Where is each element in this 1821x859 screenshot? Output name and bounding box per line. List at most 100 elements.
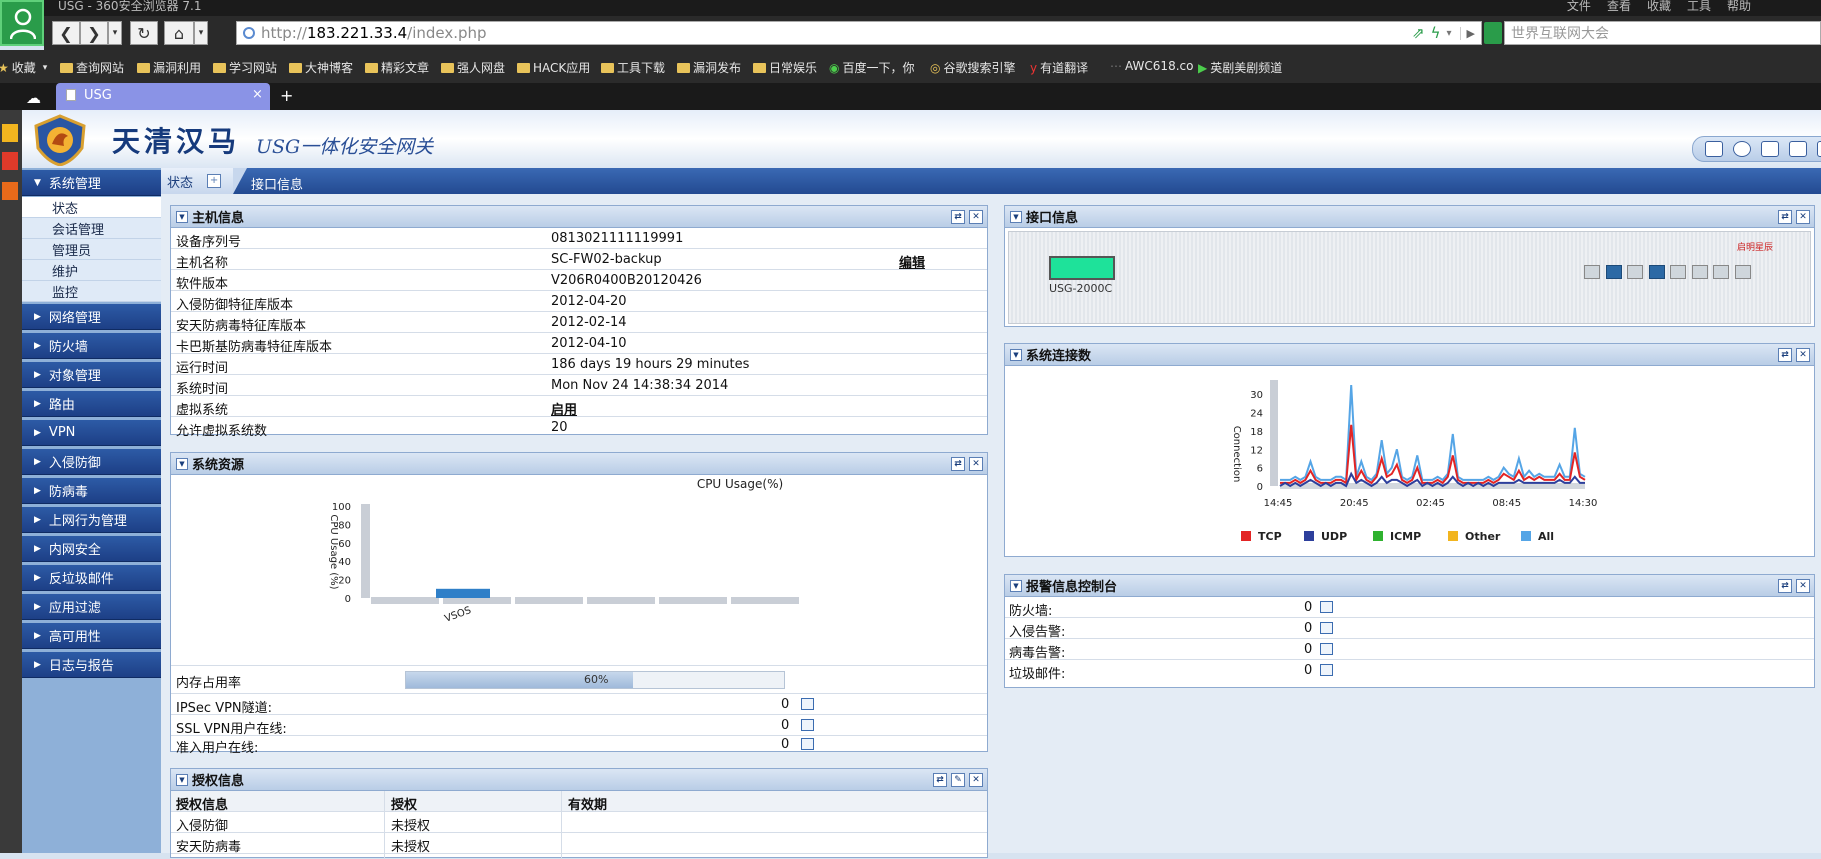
menu-tools[interactable]: 工具 bbox=[1687, 0, 1711, 14]
bookmark-folder[interactable]: 精彩文章 bbox=[365, 59, 429, 76]
port-icon[interactable] bbox=[1670, 265, 1686, 279]
sidebar-item-maintenance[interactable]: 维护 bbox=[22, 260, 161, 281]
close-icon[interactable]: ✕ bbox=[1796, 210, 1810, 224]
address-bar[interactable]: http:// 183.221.33.4 /index.php ⇗ ϟ ▾ ▶ bbox=[236, 21, 1482, 45]
collapse-icon[interactable]: ▼ bbox=[1010, 579, 1022, 592]
bookmark-favorites[interactable]: ★ 收藏 ▾ bbox=[0, 59, 47, 76]
sidebar-section-system[interactable]: ▼ 系统管理 bbox=[22, 170, 161, 196]
star-icon[interactable] bbox=[2, 124, 18, 142]
chevron-down-icon[interactable]: ▾ bbox=[1447, 28, 1452, 39]
collapse-icon[interactable]: ▼ bbox=[176, 773, 188, 786]
bookmark-folder[interactable]: 漏洞发布 bbox=[677, 59, 741, 76]
help-icon[interactable] bbox=[1761, 141, 1779, 157]
port-icon[interactable] bbox=[1648, 265, 1665, 279]
refresh-icon[interactable]: ⇄ bbox=[933, 773, 947, 787]
port-icon[interactable] bbox=[1713, 265, 1729, 279]
port-icon[interactable] bbox=[1627, 265, 1643, 279]
sidebar-section-network[interactable]: ▶ 网络管理 bbox=[22, 304, 161, 330]
virtual-system-link[interactable]: 启用 bbox=[551, 399, 577, 418]
sidebar-section-logs[interactable]: ▶ 日志与报告 bbox=[22, 652, 161, 678]
menu-view[interactable]: 查看 bbox=[1607, 0, 1631, 14]
bookmark-folder[interactable]: HACK应用 bbox=[517, 59, 590, 76]
sidebar-item-admins[interactable]: 管理员 bbox=[22, 239, 161, 260]
forward-button[interactable]: ❯ bbox=[80, 21, 108, 45]
bookmark-folder[interactable]: 工具下载 bbox=[601, 59, 665, 76]
weibo-icon[interactable] bbox=[2, 152, 18, 170]
sidebar-section-ips[interactable]: ▶ 入侵防御 bbox=[22, 449, 161, 475]
goto-icon[interactable] bbox=[801, 698, 814, 710]
user-avatar[interactable] bbox=[0, 0, 44, 46]
bookmark-folder[interactable]: 学习网站 bbox=[213, 59, 277, 76]
new-tab-button[interactable]: + bbox=[280, 86, 293, 105]
sidebar-section-objects[interactable]: ▶ 对象管理 bbox=[22, 362, 161, 388]
sidebar-section-vpn[interactable]: ▶ VPN bbox=[22, 420, 161, 446]
close-tab-icon[interactable]: × bbox=[252, 87, 263, 102]
tab-status[interactable]: 状态 + bbox=[161, 168, 233, 194]
edit-hostname-link[interactable]: 编辑 bbox=[899, 252, 925, 271]
refresh-icon[interactable]: ⇄ bbox=[1778, 579, 1792, 593]
port-icon[interactable] bbox=[1734, 265, 1751, 279]
sidebar-section-intranet[interactable]: ▶ 内网安全 bbox=[22, 536, 161, 562]
share-icon[interactable]: ⇗ bbox=[1412, 24, 1425, 42]
bookmark-folder[interactable]: 日常娱乐 bbox=[753, 59, 817, 76]
edit-icon[interactable]: ✎ bbox=[951, 773, 965, 787]
sidebar-item-sessions[interactable]: 会话管理 bbox=[22, 218, 161, 239]
add-widget-icon[interactable]: + bbox=[207, 174, 222, 188]
bookmark-link[interactable]: y 有道翻译 bbox=[1030, 59, 1088, 76]
refresh-icon[interactable]: ⇄ bbox=[1778, 348, 1792, 362]
bookmark-folder[interactable]: 大神博客 bbox=[289, 59, 353, 76]
browser-tab-usg[interactable]: USG × bbox=[56, 83, 270, 110]
sidebar-section-antivirus[interactable]: ▶ 防病毒 bbox=[22, 478, 161, 504]
goto-icon[interactable] bbox=[801, 719, 814, 731]
bookmark-folder[interactable]: 查询网站 bbox=[60, 59, 124, 76]
port-icon[interactable] bbox=[1691, 265, 1708, 279]
bookmark-folder[interactable]: 强人网盘 bbox=[441, 59, 505, 76]
close-icon[interactable]: ✕ bbox=[1796, 579, 1810, 593]
goto-icon[interactable] bbox=[801, 738, 814, 750]
history-dropdown[interactable]: ▾ bbox=[108, 21, 122, 45]
refresh-icon[interactable]: ⇄ bbox=[1778, 210, 1792, 224]
sidebar-section-antispam[interactable]: ▶ 反垃圾邮件 bbox=[22, 565, 161, 591]
menu-help[interactable]: 帮助 bbox=[1727, 0, 1751, 14]
search-input[interactable]: 世界互联网大会 bbox=[1504, 21, 1821, 45]
port-icon[interactable] bbox=[1605, 265, 1622, 279]
goto-icon[interactable] bbox=[1320, 664, 1333, 676]
cloud-icon[interactable]: ☁ bbox=[26, 89, 41, 107]
tools-icon[interactable] bbox=[1789, 141, 1807, 157]
bookmark-link[interactable]: ⋯ AWC618.co bbox=[1110, 59, 1193, 73]
sidebar-section-ha[interactable]: ▶ 高可用性 bbox=[22, 623, 161, 649]
bookmark-link[interactable]: ◎ 谷歌搜索引擎 bbox=[930, 59, 1016, 76]
close-icon[interactable]: ✕ bbox=[1796, 348, 1810, 362]
port-icon[interactable] bbox=[1584, 265, 1600, 279]
sidebar-section-behavior[interactable]: ▶ 上网行为管理 bbox=[22, 507, 161, 533]
menu-file[interactable]: 文件 bbox=[1567, 0, 1591, 14]
sidebar-section-appfilter[interactable]: ▶ 应用过滤 bbox=[22, 594, 161, 620]
sidebar-item-monitor[interactable]: 监控 bbox=[22, 281, 161, 302]
back-button[interactable]: ❮ bbox=[52, 21, 80, 45]
menu-favorites[interactable]: 收藏 bbox=[1647, 0, 1671, 14]
collapse-icon[interactable]: ▼ bbox=[176, 210, 188, 223]
monitor-icon[interactable] bbox=[1817, 141, 1821, 157]
go-icon[interactable]: ▶ bbox=[1459, 26, 1475, 40]
app-icon[interactable] bbox=[2, 182, 18, 200]
close-icon[interactable]: ✕ bbox=[969, 773, 983, 787]
goto-icon[interactable] bbox=[1320, 601, 1333, 613]
chat-icon[interactable] bbox=[1733, 141, 1751, 157]
close-icon[interactable]: ✕ bbox=[969, 457, 983, 471]
home-dropdown[interactable]: ▾ bbox=[194, 21, 208, 45]
bookmark-folder[interactable]: 漏洞利用 bbox=[137, 59, 201, 76]
sidebar-section-firewall[interactable]: ▶ 防火墙 bbox=[22, 333, 161, 359]
sidebar-item-status[interactable]: 状态 bbox=[22, 197, 161, 218]
refresh-icon[interactable]: ⇄ bbox=[951, 457, 965, 471]
collapse-icon[interactable]: ▼ bbox=[1010, 348, 1022, 361]
bookmark-link[interactable]: ▶ 英剧美剧频道 bbox=[1198, 59, 1282, 76]
sidebar-section-routing[interactable]: ▶ 路由 bbox=[22, 391, 161, 417]
goto-icon[interactable] bbox=[1320, 622, 1333, 634]
refresh-icon[interactable]: ⇄ bbox=[951, 210, 965, 224]
goto-icon[interactable] bbox=[1320, 643, 1333, 655]
tab-interface-info[interactable]: 接口信息 bbox=[251, 174, 303, 193]
dashboard-icon[interactable] bbox=[1705, 141, 1723, 157]
search-engine-icon[interactable] bbox=[1484, 22, 1502, 44]
collapse-icon[interactable]: ▼ bbox=[1010, 210, 1022, 223]
home-button[interactable]: ⌂ bbox=[164, 21, 194, 45]
